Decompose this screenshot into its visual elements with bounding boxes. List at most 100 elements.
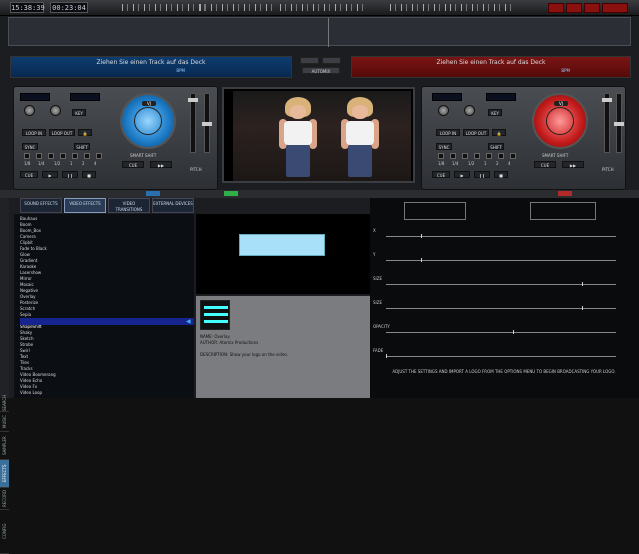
left-cue-button[interactable]: CUE bbox=[20, 171, 38, 178]
right-cut-button[interactable]: ▶▶ bbox=[562, 161, 584, 168]
param-label: OPACITY bbox=[373, 324, 390, 329]
param-slider-track[interactable] bbox=[386, 332, 616, 333]
right-loop-out-button[interactable]: LOOP OUT bbox=[463, 129, 489, 136]
pad[interactable] bbox=[510, 153, 516, 159]
left-cue2-button[interactable]: CUE bbox=[122, 161, 144, 168]
crossfader-strip bbox=[0, 190, 639, 198]
pad[interactable] bbox=[84, 153, 90, 159]
left-gain-knob[interactable] bbox=[24, 105, 35, 116]
param-slider-handle[interactable] bbox=[386, 354, 387, 358]
pad[interactable] bbox=[72, 153, 78, 159]
right-key-button[interactable]: KEY bbox=[488, 109, 502, 116]
pad[interactable] bbox=[48, 153, 54, 159]
param-slider-handle[interactable] bbox=[582, 306, 583, 310]
param-slider-track[interactable] bbox=[386, 356, 616, 357]
mixer-button-left[interactable] bbox=[300, 57, 319, 64]
automix-button[interactable]: AUTOMIX bbox=[302, 67, 340, 74]
right-cue-button[interactable]: CUE bbox=[432, 171, 450, 178]
right-track-info[interactable]: Ziehen Sie einen Track auf das Deck BPM bbox=[351, 56, 631, 78]
pad[interactable] bbox=[498, 153, 504, 159]
right-pitch-fader[interactable] bbox=[602, 93, 612, 153]
record-button[interactable] bbox=[548, 3, 564, 13]
right-strip-indicator bbox=[558, 191, 572, 196]
tab-video-effects[interactable]: VIDEO EFFECTS bbox=[64, 198, 106, 213]
side-tab-effects[interactable]: EFFECTS bbox=[0, 460, 9, 488]
left-track-info[interactable]: Ziehen Sie einen Track auf das Deck BPM bbox=[10, 56, 292, 78]
pad[interactable] bbox=[438, 153, 444, 159]
right-pause-button[interactable]: ❙❙ bbox=[474, 171, 490, 178]
param-slider-handle[interactable] bbox=[513, 330, 514, 334]
side-tab-sampler[interactable]: SAMPLER bbox=[0, 432, 9, 460]
left-pad-label-3: 1 bbox=[70, 161, 73, 166]
left-pitch-label: PITCH bbox=[190, 167, 202, 172]
left-stop-button[interactable]: ■ bbox=[82, 171, 96, 178]
pad[interactable] bbox=[96, 153, 102, 159]
left-cut-button[interactable]: ▶▶ bbox=[150, 161, 172, 168]
pad[interactable] bbox=[474, 153, 480, 159]
param-header-right[interactable] bbox=[530, 202, 596, 220]
right-sync-button[interactable]: SYNC bbox=[436, 143, 452, 150]
left-shift-button[interactable]: SHIFT bbox=[74, 143, 90, 150]
effect-list-item[interactable]: Video Loop bbox=[20, 390, 42, 396]
left-loop-out-button[interactable]: LOOP OUT bbox=[49, 129, 75, 136]
right-deck-lcd bbox=[432, 93, 462, 101]
left-pad-label-2: 1/2 bbox=[54, 161, 61, 166]
vdj-button[interactable] bbox=[602, 3, 628, 13]
left-key-button[interactable]: KEY bbox=[72, 109, 86, 116]
mixer-button-right[interactable] bbox=[322, 57, 341, 64]
video-effects-list[interactable]: Bauhaus Boom Boom_Box Camera Clipbit Fade to … bbox=[14, 214, 194, 398]
side-tab-search[interactable]: SEARCH bbox=[0, 395, 9, 412]
right-jog-center bbox=[546, 107, 574, 135]
param-slider-handle[interactable] bbox=[582, 282, 583, 286]
left-lock-icon[interactable]: 🔒 bbox=[78, 129, 92, 136]
right-cue2-button[interactable]: CUE bbox=[534, 161, 556, 168]
left-gain-meter bbox=[200, 4, 272, 12]
pad[interactable] bbox=[462, 153, 468, 159]
tab-sound-effects[interactable]: SOUND EFFECTS bbox=[20, 198, 62, 213]
virtualdj-window: 15:38:39 00:23:04 Ziehen Sie einen Track… bbox=[0, 0, 639, 554]
pad[interactable] bbox=[60, 153, 66, 159]
left-sync-button[interactable]: SYNC bbox=[22, 143, 38, 150]
left-loop-in-button[interactable]: LOOP IN bbox=[22, 129, 46, 136]
left-play-button[interactable]: ▶ bbox=[42, 171, 58, 178]
right-pad-label-4: 2 bbox=[496, 161, 499, 166]
right-lock-icon[interactable]: 🔒 bbox=[492, 129, 506, 136]
side-tab-record[interactable]: RECORD bbox=[0, 488, 9, 510]
right-deck: KEY LOOP IN LOOP OUT 🔒 SYNC SHIFT 1/8 1/… bbox=[421, 86, 626, 190]
param-slider-handle[interactable] bbox=[421, 258, 422, 262]
pad[interactable] bbox=[36, 153, 42, 159]
right-gain-knob[interactable] bbox=[438, 105, 449, 116]
broadcast-button[interactable] bbox=[584, 3, 600, 13]
video-preview bbox=[222, 87, 415, 183]
left-filter-knob[interactable] bbox=[50, 105, 61, 116]
pad[interactable] bbox=[24, 153, 30, 159]
right-stop-button[interactable]: ■ bbox=[494, 171, 508, 178]
waveform-display[interactable] bbox=[8, 17, 631, 47]
right-shift-button[interactable]: SHIFT bbox=[488, 143, 504, 150]
side-tab-config[interactable]: CONFIG bbox=[0, 510, 9, 554]
tab-video-transitions[interactable]: VIDEO TRANSITIONS bbox=[108, 198, 150, 213]
param-slider-handle[interactable] bbox=[421, 234, 422, 238]
right-volume-fader[interactable] bbox=[614, 93, 624, 153]
video-figure-left bbox=[279, 97, 317, 177]
left-pause-button[interactable]: ❙❙ bbox=[62, 171, 78, 178]
left-pitch-fader[interactable] bbox=[188, 93, 198, 153]
left-volume-fader[interactable] bbox=[202, 93, 212, 153]
right-bpm-label: BPM bbox=[561, 68, 570, 73]
tab-external-devices[interactable]: EXTERNAL DEVICES bbox=[152, 198, 194, 213]
right-pad-label-5: 4 bbox=[508, 161, 511, 166]
left-pad-label-1: 1/4 bbox=[38, 161, 45, 166]
right-jog-wheel[interactable]: VJ bbox=[532, 93, 588, 149]
side-tab-music[interactable]: MUSIC bbox=[0, 412, 9, 432]
right-loop-in-button[interactable]: LOOP IN bbox=[436, 129, 460, 136]
config-button[interactable] bbox=[566, 3, 582, 13]
param-label: Y bbox=[373, 252, 376, 257]
left-jog-wheel[interactable]: VJ bbox=[120, 93, 176, 149]
effect-activate-button[interactable] bbox=[239, 234, 325, 256]
pad[interactable] bbox=[450, 153, 456, 159]
right-play-button[interactable]: ▶ bbox=[454, 171, 470, 178]
right-filter-knob[interactable] bbox=[464, 105, 475, 116]
param-header-left[interactable] bbox=[404, 202, 466, 220]
mixer-controls: AUTOMIX bbox=[300, 57, 342, 79]
pad[interactable] bbox=[486, 153, 492, 159]
